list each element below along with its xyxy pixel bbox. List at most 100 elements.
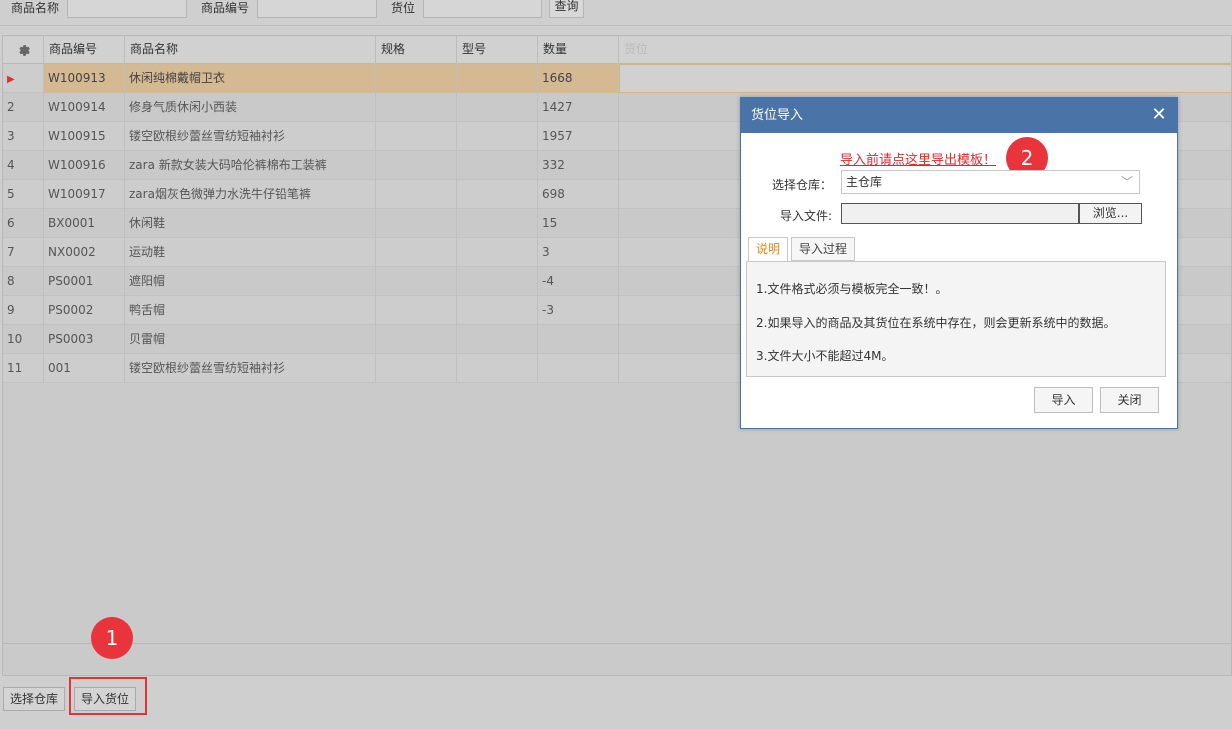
cell-model (457, 180, 538, 209)
cell-spec (376, 122, 457, 151)
cell-model (457, 325, 538, 354)
export-template-link[interactable]: 导入前请点这里导出模板！ (840, 149, 996, 168)
cell-qty: 15 (538, 209, 619, 238)
browse-button[interactable]: 浏览... (1079, 203, 1142, 224)
cell-name: 遮阳帽 (125, 267, 376, 296)
cell-code: PS0001 (44, 267, 125, 296)
cell-qty (538, 354, 619, 383)
cell-model (457, 209, 538, 238)
cell-row-number: 6 (3, 209, 44, 238)
cell-qty: 3 (538, 238, 619, 267)
cell-row-number: 5 (3, 180, 44, 209)
cell-name: 镂空欧根纱蕾丝雪纺短袖衬衫 (125, 354, 376, 383)
cell-code: PS0003 (44, 325, 125, 354)
search-button[interactable]: 查询 (549, 0, 584, 18)
cell-spec (376, 325, 457, 354)
tab-import-process[interactable]: 导入过程 (791, 237, 856, 261)
cell-qty: -3 (538, 296, 619, 325)
cell-spec (376, 93, 457, 122)
note-3: 3.文件大小不能超过4M。 (756, 349, 894, 363)
cell-spec (376, 238, 457, 267)
cell-model (457, 267, 538, 296)
warehouse-select-value: 主仓库 (846, 175, 883, 189)
dialog-title: 货位导入 (741, 98, 1177, 133)
col-header-qty[interactable]: 数量 (538, 36, 619, 64)
cell-location (619, 64, 1231, 93)
location-input[interactable] (423, 0, 542, 18)
cell-row-number: ▶ (3, 64, 44, 93)
cell-model (457, 64, 538, 93)
grid-header: 商品编号 商品名称 规格 型号 数量 货位 (3, 36, 1231, 64)
product-name-input[interactable] (67, 0, 187, 18)
cell-name: 休闲纯棉戴帽卫衣 (125, 64, 376, 93)
cell-code: W100917 (44, 180, 125, 209)
instructions-panel: 1.文件格式必须与模板完全一致！。 2.如果导入的商品及其货位在系统中存在，则会… (746, 261, 1166, 377)
table-row[interactable]: ▶ W100913 休闲纯棉戴帽卫衣 1668 (3, 64, 1231, 93)
col-header-code[interactable]: 商品编号 (44, 36, 125, 64)
cell-row-number: 11 (3, 354, 44, 383)
cell-name: 鸭舌帽 (125, 296, 376, 325)
row-pointer-icon: ▶ (7, 74, 15, 85)
note-2: 2.如果导入的商品及其货位在系统中存在，则会更新系统中的数据。 (756, 316, 1116, 330)
cell-name: zara烟灰色微弹力水洗牛仔铅笔裤 (125, 180, 376, 209)
cell-qty: 1957 (538, 122, 619, 151)
chevron-down-icon: ﹀ (1120, 175, 1133, 189)
cell-code: 001 (44, 354, 125, 383)
select-warehouse-button[interactable]: 选择仓库 (3, 687, 66, 711)
product-name-label: 商品名称 (11, 1, 60, 15)
warehouse-select[interactable]: 主仓库 ﹀ (841, 170, 1140, 194)
step-badge-1: 1 (91, 617, 133, 659)
cell-model (457, 93, 538, 122)
cell-code: PS0002 (44, 296, 125, 325)
close-button[interactable]: 关闭 (1100, 387, 1159, 413)
cell-qty: 1668 (538, 64, 619, 93)
cell-qty: -4 (538, 267, 619, 296)
cell-code: W100916 (44, 151, 125, 180)
file-label: 导入文件: (780, 209, 833, 223)
col-header-location[interactable]: 货位 (619, 36, 1231, 64)
col-header-spec[interactable]: 规格 (376, 36, 457, 64)
product-code-input[interactable] (257, 0, 377, 18)
cell-code: W100914 (44, 93, 125, 122)
cell-name: 修身气质休闲小西装 (125, 93, 376, 122)
filter-bar: 商品名称 商品编号 货位 查询 (0, 0, 1232, 26)
cell-spec (376, 209, 457, 238)
cell-spec (376, 354, 457, 383)
col-header-model[interactable]: 型号 (457, 36, 538, 64)
file-path-input[interactable] (841, 203, 1079, 224)
settings-icon[interactable] (3, 36, 44, 64)
cell-row-number: 7 (3, 238, 44, 267)
cell-name: 贝雷帽 (125, 325, 376, 354)
col-header-name[interactable]: 商品名称 (125, 36, 376, 64)
tab-instructions[interactable]: 说明 (748, 237, 789, 262)
cell-row-number: 9 (3, 296, 44, 325)
cell-name: 镂空欧根纱蕾丝雪纺短袖衬衫 (125, 122, 376, 151)
cell-model (457, 122, 538, 151)
cell-model (457, 354, 538, 383)
cell-spec (376, 151, 457, 180)
cell-spec (376, 267, 457, 296)
close-icon[interactable]: ✕ (1150, 106, 1168, 124)
highlight-box (69, 677, 147, 715)
cell-name: 休闲鞋 (125, 209, 376, 238)
product-code-label: 商品编号 (201, 1, 250, 15)
cell-row-number: 2 (3, 93, 44, 122)
cell-qty: 698 (538, 180, 619, 209)
import-button[interactable]: 导入 (1034, 387, 1093, 413)
cell-name: zara 新款女装大码哈伦裤棉布工装裤 (125, 151, 376, 180)
cell-code: W100913 (44, 64, 125, 93)
cell-qty: 1427 (538, 93, 619, 122)
warehouse-label: 选择仓库： (772, 178, 833, 192)
cell-name: 运动鞋 (125, 238, 376, 267)
grid-footer (3, 643, 1231, 675)
cell-qty (538, 325, 619, 354)
cell-spec (376, 64, 457, 93)
cell-row-number: 8 (3, 267, 44, 296)
cell-model (457, 238, 538, 267)
cell-model (457, 151, 538, 180)
cell-code: W100915 (44, 122, 125, 151)
cell-spec (376, 180, 457, 209)
cell-model (457, 296, 538, 325)
cell-code: NX0002 (44, 238, 125, 267)
cell-row-number: 10 (3, 325, 44, 354)
